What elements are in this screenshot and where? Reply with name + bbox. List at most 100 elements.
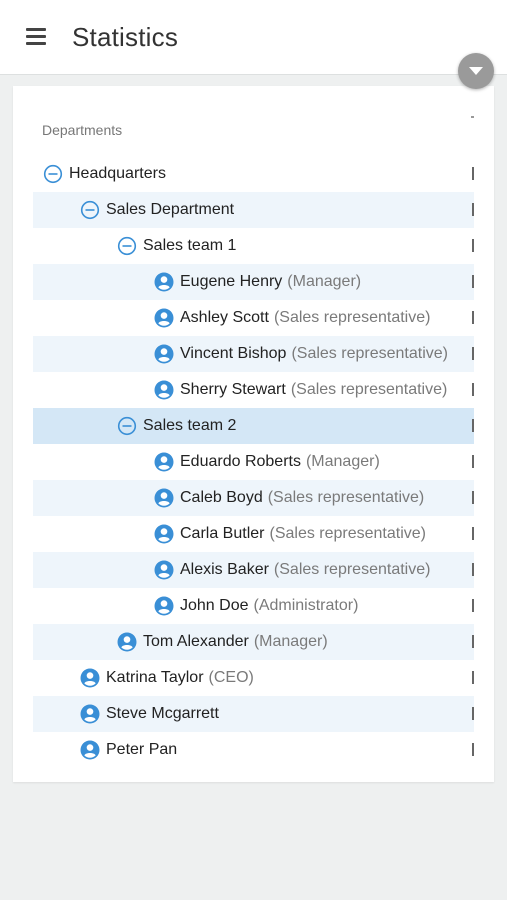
collapse-minus-icon[interactable] — [117, 236, 137, 256]
app-header: Statistics — [0, 0, 507, 75]
row-role: (Manager) — [305, 453, 380, 470]
tree-person-row[interactable]: Carla Butler (Sales representative) — [33, 516, 474, 552]
row-content: Eugene Henry (Manager) — [154, 264, 361, 300]
row-name: Sherry Stewart — [180, 381, 286, 398]
collapse-minus-icon[interactable] — [80, 200, 100, 220]
user-avatar-icon — [117, 632, 137, 652]
row-name: John Doe — [180, 597, 249, 614]
hamburger-menu-icon[interactable] — [26, 28, 46, 46]
row-role: (Sales representative) — [269, 525, 426, 542]
row-name: Headquarters — [69, 165, 166, 182]
user-avatar-icon — [154, 488, 174, 508]
clipped-column-edge — [472, 635, 474, 648]
row-content: Sales Department — [80, 192, 234, 228]
tree-person-row[interactable]: Katrina Taylor (CEO) — [33, 660, 474, 696]
tree-person-row[interactable]: Eugene Henry (Manager) — [33, 264, 474, 300]
row-content: Katrina Taylor (CEO) — [80, 660, 254, 696]
clipped-column-edge — [472, 743, 474, 756]
row-content: Sherry Stewart (Sales representative) — [154, 372, 447, 408]
row-content: Steve Mcgarrett — [80, 696, 219, 732]
tree-person-row[interactable]: Alexis Baker (Sales representative) — [33, 552, 474, 588]
tree-person-row[interactable]: Peter Pan — [33, 732, 474, 768]
row-content: Headquarters — [43, 156, 166, 192]
clipped-column-edge — [472, 239, 474, 252]
row-role: (Manager) — [253, 633, 328, 650]
row-name: Peter Pan — [106, 741, 178, 758]
user-avatar-icon — [154, 380, 174, 400]
row-name: Steve Mcgarrett — [106, 705, 219, 722]
row-content: Sales team 2 — [117, 408, 236, 444]
user-avatar-icon — [154, 452, 174, 472]
row-name: Sales Department — [106, 201, 235, 218]
row-content: Ashley Scott (Sales representative) — [154, 300, 430, 336]
row-name: Sales team 2 — [143, 417, 237, 434]
tree-person-row[interactable]: Vincent Bishop (Sales representative) — [33, 336, 474, 372]
tree-group-row[interactable]: Sales team 1 — [33, 228, 474, 264]
row-role: (Sales representative) — [291, 345, 448, 362]
clipped-column-edge — [472, 527, 474, 540]
row-role: (Sales representative) — [290, 381, 448, 398]
row-role: (Sales representative) — [267, 489, 425, 506]
clipped-column-edge — [472, 347, 474, 360]
user-avatar-icon — [154, 308, 174, 328]
user-avatar-icon — [80, 740, 100, 760]
row-content: Alexis Baker (Sales representative) — [154, 552, 430, 588]
row-content: Tom Alexander (Manager) — [117, 624, 328, 660]
column-header-departments: Departments — [42, 122, 123, 138]
row-name: Vincent Bishop — [180, 345, 287, 362]
row-role: (Sales representative) — [273, 561, 431, 578]
collapse-minus-icon[interactable] — [117, 416, 137, 436]
clipped-column-edge — [472, 707, 474, 720]
clipped-column-edge — [472, 599, 474, 612]
row-role: (Sales representative) — [273, 309, 431, 326]
user-avatar-icon — [154, 344, 174, 364]
row-role: (CEO) — [208, 669, 254, 686]
row-name: Sales team 1 — [143, 237, 237, 254]
collapse-minus-icon[interactable] — [43, 164, 63, 184]
tree-person-row[interactable]: Tom Alexander (Manager) — [33, 624, 474, 660]
row-name: Caleb Boyd — [180, 489, 263, 506]
user-avatar-icon — [154, 524, 174, 544]
row-name: Eugene Henry — [180, 273, 283, 290]
clipped-column-edge — [472, 563, 474, 576]
row-name: Eduardo Roberts — [180, 453, 301, 470]
row-name: Ashley Scott — [180, 309, 269, 326]
row-content: Eduardo Roberts (Manager) — [154, 444, 380, 480]
row-role: (Manager) — [287, 273, 362, 290]
row-name: Alexis Baker — [180, 561, 269, 578]
user-avatar-icon — [154, 596, 174, 616]
user-avatar-icon — [154, 272, 174, 292]
departments-card: Departments Headquarters Sales Department… — [13, 86, 494, 782]
clipped-column-edge — [472, 455, 474, 468]
row-role: (Administrator) — [253, 597, 359, 614]
tree-person-row[interactable]: Ashley Scott (Sales representative) — [33, 300, 474, 336]
user-avatar-icon — [154, 560, 174, 580]
row-content: Caleb Boyd (Sales representative) — [154, 480, 424, 516]
clipped-column-edge — [472, 383, 474, 396]
clipped-column-edge — [472, 419, 474, 432]
tree-group-row[interactable]: Sales team 2 — [33, 408, 474, 444]
row-name: Tom Alexander — [143, 633, 249, 650]
tree-group-row[interactable]: Headquarters — [33, 156, 474, 192]
row-content: Sales team 1 — [117, 228, 236, 264]
row-content: John Doe (Administrator) — [154, 588, 358, 624]
row-content: Vincent Bishop (Sales representative) — [154, 336, 448, 372]
tree-group-row[interactable]: Sales Department — [33, 192, 474, 228]
row-name: Carla Butler — [180, 525, 265, 542]
tree-person-row[interactable]: Caleb Boyd (Sales representative) — [33, 480, 474, 516]
row-content: Carla Butler (Sales representative) — [154, 516, 426, 552]
tree-person-row[interactable]: John Doe (Administrator) — [33, 588, 474, 624]
expand-fab-button[interactable] — [458, 53, 494, 89]
clipped-column-edge — [472, 275, 474, 288]
tree-person-row[interactable]: Steve Mcgarrett — [33, 696, 474, 732]
row-name: Katrina Taylor — [106, 669, 204, 686]
clipped-column-edge — [472, 311, 474, 324]
tree-person-row[interactable]: Sherry Stewart (Sales representative) — [33, 372, 474, 408]
clipped-column-edge — [472, 671, 474, 684]
department-tree: Headquarters Sales Department Sales team 1… — [33, 156, 474, 768]
user-avatar-icon — [80, 668, 100, 688]
clipped-column-edge — [472, 491, 474, 504]
row-content: Peter Pan — [80, 732, 177, 768]
tree-person-row[interactable]: Eduardo Roberts (Manager) — [33, 444, 474, 480]
clipped-column-edge — [472, 167, 474, 180]
